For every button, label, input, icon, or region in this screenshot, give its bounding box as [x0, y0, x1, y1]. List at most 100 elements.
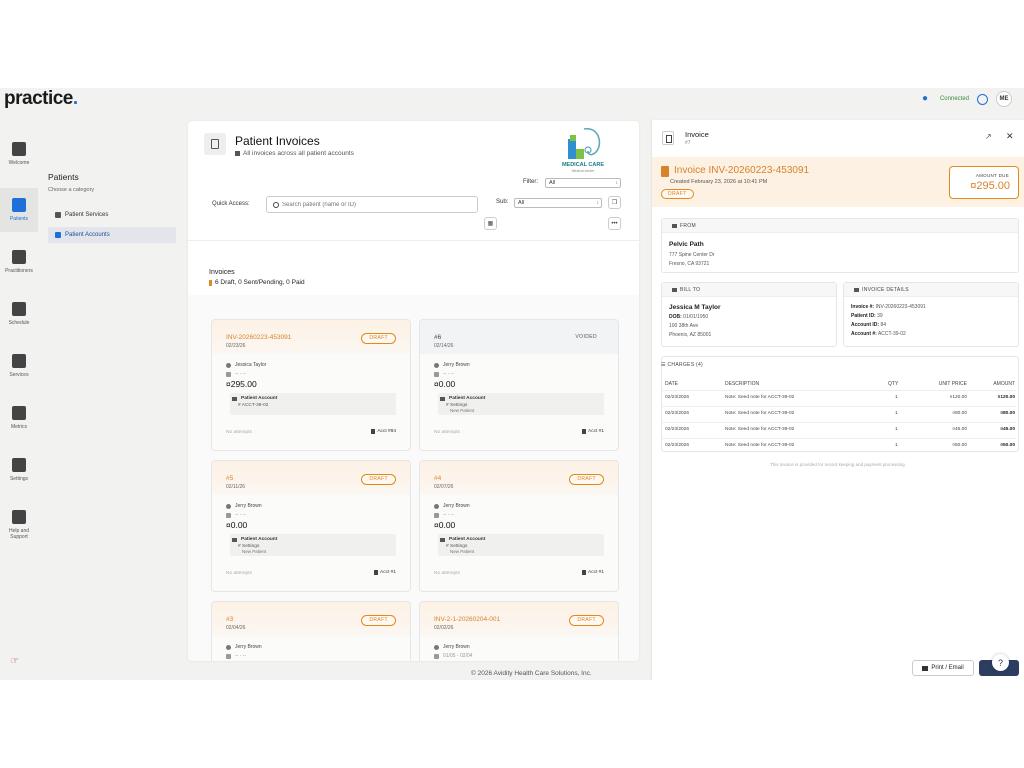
detail-row-value: 39 — [877, 313, 883, 319]
invoice-created: Created February 23, 2026 at 10:41 PM — [670, 179, 768, 185]
chevron-updown-icon: ↕ — [615, 180, 619, 186]
card-period-text: -- - -- — [443, 512, 455, 518]
card-period-text: -- - -- — [235, 653, 247, 659]
invoices-summary-text: 6 Draft, 0 Sent/Pending, 0 Paid — [215, 279, 305, 286]
card-amount: ¤0.00 — [434, 520, 456, 530]
card-account-ref[interactable]: Acct #1 — [374, 570, 396, 575]
amount-due-box: AMOUNT DUE ¤295.00 — [949, 166, 1019, 199]
from-name: Pelvic Path — [669, 241, 704, 248]
app-logo[interactable]: practice. — [4, 88, 78, 110]
card-invoice-number: #5 — [226, 475, 234, 482]
filter-select[interactable]: All ↕ — [545, 178, 621, 188]
calendar-icon — [226, 653, 231, 659]
rail-item-services[interactable]: Services — [0, 344, 38, 388]
print-email-button[interactable]: Print / Email — [912, 660, 974, 676]
folder-icon — [232, 537, 237, 542]
row-amount: ¤120.00 — [997, 395, 1015, 400]
card-patient: Jerry Brown — [226, 644, 262, 650]
card-date: 02/07/26 — [434, 484, 454, 490]
subnav-hint: Choose a category — [48, 187, 95, 193]
card-period: -- - -- — [434, 512, 454, 518]
rail-item-patients[interactable]: Patients — [0, 188, 38, 232]
search-icon — [273, 202, 279, 208]
card-amount: ¤295.00 — [226, 379, 257, 389]
card-attempts: No attempts — [226, 571, 252, 576]
row-qty: 1 — [895, 443, 898, 448]
document-icon — [55, 232, 61, 238]
row-date: 02/23/2026 — [665, 427, 690, 432]
charges-note: This invoice is provided for record keep… — [770, 462, 906, 467]
status-badge: DRAFT — [361, 615, 396, 626]
bill-to-header-text: BILL TO — [680, 287, 701, 293]
copy-icon[interactable]: ❐ — [608, 196, 621, 209]
patient-search-box[interactable] — [266, 196, 478, 213]
card-account-ref[interactable]: Acct #1 — [582, 570, 604, 575]
card-account-ref[interactable]: Acct #84 — [371, 429, 396, 434]
card-account-number: ACCT-39-02 — [241, 403, 269, 408]
card-patient: Jerry Brown — [226, 503, 262, 509]
bill-to-name: Jessica M Taylor — [669, 304, 721, 311]
card-date: 02/23/26 — [226, 343, 246, 349]
invoice-details-section: INVOICE DETAILS Invoice #: INV-20260223-… — [843, 282, 1019, 347]
invoice-hero: Invoice INV-20260223-453091 Created Febr… — [652, 157, 1024, 207]
rail-item-welcome[interactable]: Welcome — [0, 132, 38, 176]
detail-row: Account #: ACCT-39-02 — [851, 331, 906, 337]
invoice-card[interactable]: INV-2-1-20260204-001 02/02/26 DRAFT Jerr… — [419, 601, 619, 661]
invoice-icon — [662, 131, 674, 145]
card-account-ref[interactable]: Acct #1 — [582, 429, 604, 434]
invoice-card[interactable]: #6 02/14/26 VOIDED Jerry Brown -- - -- ¤… — [419, 319, 619, 451]
card-account-label: Patient Account — [232, 396, 277, 401]
invoice-card[interactable]: INV-20260223-453091 02/23/26 DRAFT Jessi… — [211, 319, 411, 451]
clock-icon[interactable] — [977, 93, 988, 105]
brand-name: MEDICAL CARE — [561, 162, 605, 168]
status-badge: DRAFT — [661, 189, 694, 199]
detail-title: Invoice — [685, 130, 709, 139]
services-icon — [55, 212, 61, 218]
more-icon[interactable]: ••• — [608, 217, 621, 230]
card-period-text: -- - -- — [235, 371, 247, 377]
invoice-card[interactable]: #4 02/07/26 DRAFT Jerry Brown -- - -- ¤0… — [419, 460, 619, 592]
info-icon — [235, 151, 240, 156]
col-description: DESCRIPTION — [725, 381, 760, 387]
table-row: 02/23/2026 Note: Seed note for ACCT-39-0… — [661, 390, 1016, 405]
bell-icon[interactable]: ● — [922, 94, 932, 104]
draft-marker-icon — [209, 279, 212, 286]
card-account-label-text: Patient Account — [241, 396, 278, 401]
calendar-icon — [12, 302, 26, 316]
row-unit-price: ¤80.00 — [952, 411, 967, 416]
rail-item-practitioners[interactable]: Practitioners — [0, 240, 38, 284]
row-date: 02/23/2026 — [665, 395, 690, 400]
detail-row-label: Account ID: — [851, 322, 880, 328]
patient-search-input[interactable] — [282, 199, 472, 210]
invoice-card[interactable]: #5 02/11/26 DRAFT Jerry Brown -- - -- ¤0… — [211, 460, 411, 592]
invoice-card[interactable]: #3 02/04/26 DRAFT Jerry Brown -- - -- — [211, 601, 411, 661]
rail-item-schedule[interactable]: Schedule — [0, 292, 38, 336]
rail-item-settings[interactable]: Settings — [0, 448, 38, 492]
sub-filter-select[interactable]: All ↕ — [514, 198, 602, 208]
grid-icon[interactable]: ▦ — [484, 217, 497, 230]
from-address-line2: Fresno, CA 93721 — [669, 261, 710, 267]
close-icon[interactable]: ✕ — [1006, 131, 1014, 142]
bill-to-section: BILL TO Jessica M Taylor DOB: 01/01/1950… — [661, 282, 837, 347]
card-account-label-text: Patient Account — [449, 396, 486, 401]
calendar-icon — [434, 653, 439, 659]
row-date: 02/23/2026 — [665, 411, 690, 416]
help-fab[interactable]: ? — [992, 654, 1009, 671]
expand-icon[interactable]: ↗ — [985, 132, 992, 141]
rail-label: Schedule — [8, 320, 30, 326]
detail-row-value: ACCT-39-02 — [877, 331, 906, 337]
subnav-item-patient-accounts[interactable]: Patient Accounts — [48, 227, 176, 243]
from-section: FROM Pelvic Path 777 Spine Center Dr Fre… — [661, 218, 1019, 273]
from-address-line1: 777 Spine Center Dr — [669, 252, 715, 258]
rail-item-metrics[interactable]: Metrics — [0, 396, 38, 440]
rail-item-help[interactable]: Help and Support — [0, 500, 38, 544]
subnav-item-patient-services[interactable]: Patient Services — [48, 207, 176, 223]
card-ref-text: Acct #1 — [380, 570, 396, 575]
avatar[interactable]: ME — [996, 91, 1012, 107]
hand-pointer-icon[interactable]: ☞ — [10, 656, 24, 667]
card-account-note: New Patient — [242, 549, 267, 554]
card-date: 02/11/26 — [226, 484, 246, 490]
card-account-label: Patient Account — [232, 537, 277, 542]
col-date: DATE — [665, 381, 678, 387]
card-account-box: Patient Account # Settings New Patient — [230, 534, 396, 556]
